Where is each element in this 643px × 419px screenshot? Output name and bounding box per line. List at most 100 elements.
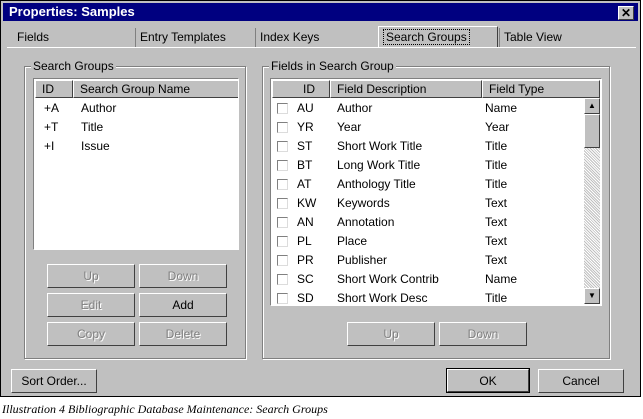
field-checkbox[interactable] bbox=[277, 198, 288, 209]
search-groups-title: Search Groups bbox=[31, 59, 116, 73]
field-checkbox[interactable] bbox=[277, 122, 288, 133]
field-id: PL bbox=[297, 234, 312, 248]
field-description: Author bbox=[337, 101, 373, 115]
tab-entry-templates-label: Entry Templates bbox=[140, 30, 226, 44]
field-type: Year bbox=[485, 120, 510, 134]
field-description: Publisher bbox=[337, 253, 388, 267]
search-group-down-button[interactable]: Down bbox=[139, 264, 227, 288]
scroll-down-button[interactable]: ▼ bbox=[584, 288, 600, 304]
row-id: +I bbox=[44, 139, 55, 153]
field-checkbox[interactable] bbox=[277, 103, 288, 114]
tab-table-view[interactable]: Table View bbox=[499, 28, 629, 47]
column-header-search-group-name[interactable]: Search Group Name bbox=[73, 80, 238, 98]
field-id: SD bbox=[297, 291, 314, 305]
search-group-up-button[interactable]: Up bbox=[47, 264, 135, 288]
field-type: Title bbox=[485, 158, 508, 172]
scroll-thumb[interactable] bbox=[584, 114, 600, 148]
table-row[interactable]: +T Title bbox=[34, 118, 238, 137]
field-up-button[interactable]: Up bbox=[347, 322, 435, 346]
field-checkbox[interactable] bbox=[277, 255, 288, 266]
field-id: AU bbox=[297, 101, 314, 115]
properties-dialog: Properties: Samples ✕ Fields Entry Templ… bbox=[0, 0, 641, 397]
field-checkbox[interactable] bbox=[277, 293, 288, 304]
tab-search-groups[interactable]: Search Groups bbox=[378, 26, 498, 48]
table-row[interactable]: KW Keywords Text bbox=[271, 194, 583, 213]
search-group-delete-button[interactable]: Delete bbox=[139, 322, 227, 346]
table-row[interactable]: AN Annotation Text bbox=[271, 213, 583, 232]
fields-in-search-group-title: Fields in Search Group bbox=[269, 59, 396, 73]
field-description: Year bbox=[337, 120, 362, 134]
table-row[interactable]: SD Short Work Desc Title bbox=[271, 289, 583, 305]
table-row[interactable]: PR Publisher Text bbox=[271, 251, 583, 270]
search-group-edit-button[interactable]: Edit bbox=[47, 293, 135, 317]
field-type: Text bbox=[485, 253, 508, 267]
row-name: Issue bbox=[81, 139, 110, 153]
field-type: Text bbox=[485, 234, 508, 248]
search-group-copy-button[interactable]: Copy bbox=[47, 322, 135, 346]
table-row[interactable]: +I Issue bbox=[34, 137, 238, 156]
field-description: Short Work Contrib bbox=[337, 272, 439, 286]
field-down-button[interactable]: Down bbox=[439, 322, 527, 346]
table-row[interactable]: ST Short Work Title Title bbox=[271, 137, 583, 156]
sort-order-button[interactable]: Sort Order... bbox=[11, 369, 97, 393]
field-checkbox[interactable] bbox=[277, 179, 288, 190]
fields-list[interactable]: ID Field Description Field Type AU Author… bbox=[270, 78, 602, 306]
search-groups-list[interactable]: ID Search Group Name +A Author +T Title … bbox=[33, 78, 239, 250]
field-id: PR bbox=[297, 253, 314, 267]
fields-scrollbar[interactable]: ▲ ▼ bbox=[584, 98, 600, 304]
table-row[interactable]: AU Author Name bbox=[271, 99, 583, 118]
table-row[interactable]: PL Place Text bbox=[271, 232, 583, 251]
field-id: AT bbox=[297, 177, 312, 191]
field-description: Short Work Title bbox=[337, 139, 423, 153]
row-id: +T bbox=[44, 120, 59, 134]
field-description: Anthology Title bbox=[337, 177, 416, 191]
field-type: Title bbox=[485, 291, 508, 305]
field-checkbox[interactable] bbox=[277, 141, 288, 152]
field-id: BT bbox=[297, 158, 313, 172]
field-description: Annotation bbox=[337, 215, 395, 229]
arrow-down-icon: ▼ bbox=[588, 291, 596, 300]
tab-table-view-label: Table View bbox=[504, 30, 562, 44]
tab-fields[interactable]: Fields bbox=[13, 28, 135, 47]
ok-button[interactable]: OK bbox=[446, 368, 530, 393]
field-id: SC bbox=[297, 272, 314, 286]
field-type: Text bbox=[485, 215, 508, 229]
tab-entry-templates[interactable]: Entry Templates bbox=[135, 28, 255, 47]
fields-in-search-group-panel: Fields in Search Group ID Field Descript… bbox=[262, 59, 610, 359]
field-checkbox[interactable] bbox=[277, 236, 288, 247]
field-checkbox[interactable] bbox=[277, 217, 288, 228]
table-row[interactable]: +A Author bbox=[34, 99, 238, 118]
table-row[interactable]: AT Anthology Title Title bbox=[271, 175, 583, 194]
search-groups-panel: Search Groups ID Search Group Name +A Au… bbox=[24, 59, 246, 359]
field-description: Place bbox=[337, 234, 368, 248]
column-header-field-type[interactable]: Field Type bbox=[482, 80, 600, 98]
field-description: Keywords bbox=[337, 196, 390, 210]
row-name: Title bbox=[81, 120, 104, 134]
close-button[interactable]: ✕ bbox=[618, 6, 634, 20]
field-id: KW bbox=[297, 196, 317, 210]
close-icon: ✕ bbox=[620, 6, 632, 20]
scroll-up-button[interactable]: ▲ bbox=[584, 98, 600, 114]
field-checkbox[interactable] bbox=[277, 274, 288, 285]
field-id: AN bbox=[297, 215, 314, 229]
column-header-id[interactable]: ID bbox=[272, 80, 330, 98]
search-group-add-button[interactable]: Add bbox=[139, 293, 227, 317]
tab-index-keys[interactable]: Index Keys bbox=[255, 28, 377, 47]
field-type: Name bbox=[485, 272, 518, 286]
table-row[interactable]: SC Short Work Contrib Name bbox=[271, 270, 583, 289]
field-type: Title bbox=[485, 139, 508, 153]
table-row[interactable]: BT Long Work Title Title bbox=[271, 156, 583, 175]
row-name: Author bbox=[81, 101, 117, 115]
column-header-field-description[interactable]: Field Description bbox=[330, 80, 482, 98]
table-row[interactable]: YR Year Year bbox=[271, 118, 583, 137]
column-header-id[interactable]: ID bbox=[35, 80, 73, 98]
field-id: YR bbox=[297, 120, 314, 134]
field-type: Name bbox=[485, 101, 518, 115]
window-title: Properties: Samples bbox=[9, 4, 135, 19]
tab-divider bbox=[7, 47, 636, 48]
field-description: Short Work Desc bbox=[337, 291, 428, 305]
figure-caption: Illustration 4 Bibliographic Database Ma… bbox=[2, 402, 328, 416]
field-checkbox[interactable] bbox=[277, 160, 288, 171]
cancel-button[interactable]: Cancel bbox=[538, 369, 624, 393]
tab-index-keys-label: Index Keys bbox=[260, 30, 320, 44]
